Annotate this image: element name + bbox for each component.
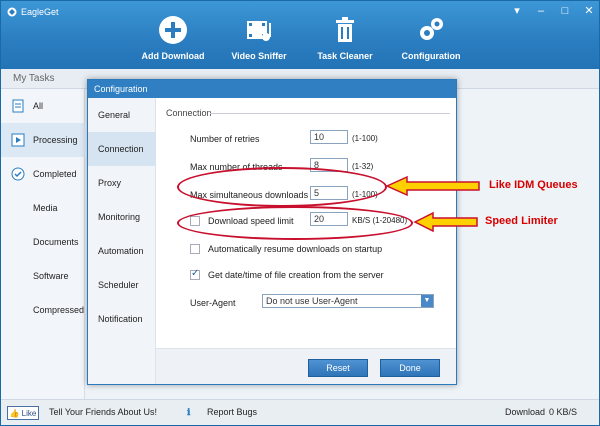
dialog-title: Configuration <box>88 80 456 98</box>
sidebar-item-label: Documents <box>33 237 79 247</box>
window-controls: ▾ – □ ✕ <box>511 5 595 17</box>
threads-range: (1-32) <box>352 162 374 171</box>
video-sniffer-label: Video Sniffer <box>231 51 287 61</box>
sidebar-item-label: Compressed <box>33 305 85 315</box>
sidebar-item-label: Processing <box>33 135 78 145</box>
film-note-icon <box>247 21 271 41</box>
chevron-down-icon: ▼ <box>421 295 433 307</box>
auto-resume-checkbox[interactable] <box>190 244 200 254</box>
sidebar-item-label: All <box>33 101 44 111</box>
retries-range: (1-100) <box>352 134 378 143</box>
plus-circle-icon <box>159 16 187 44</box>
sidebar-item-media[interactable]: Media <box>1 191 85 225</box>
document-icon <box>12 99 24 113</box>
nav-proxy[interactable]: Proxy <box>88 166 156 200</box>
queues-arrow-icon <box>385 175 480 197</box>
nav-general[interactable]: General <box>88 98 156 132</box>
retries-label: Number of retries <box>190 134 260 144</box>
retries-input[interactable]: 10 <box>310 130 348 144</box>
user-agent-label: User-Agent <box>190 298 236 308</box>
video-sniffer-button[interactable]: Video Sniffer <box>219 15 299 61</box>
status-bar: 👍 Like Tell Your Friends About Us! ℹ Rep… <box>1 399 599 425</box>
sidebar: All Processing Completed Media Documents… <box>1 89 85 399</box>
thumbs-up-icon: 👍 <box>9 408 20 418</box>
nav-automation[interactable]: Automation <box>88 234 156 268</box>
play-icon <box>11 133 25 147</box>
nav-connection[interactable]: Connection <box>88 132 156 166</box>
nav-notification[interactable]: Notification <box>88 302 156 336</box>
queues-annotation: Like IDM Queues <box>489 179 578 191</box>
gears-icon <box>420 18 443 40</box>
user-agent-value: Do not use User-Agent <box>266 296 358 306</box>
reset-button[interactable]: Reset <box>308 359 368 377</box>
sidebar-item-compressed[interactable]: Compressed <box>1 293 85 327</box>
eagleget-window: EagleGet ▾ – □ ✕ Add Download Video Snif… <box>0 0 600 426</box>
queues-highlight-ellipse <box>177 167 387 207</box>
sidebar-item-label: Software <box>33 271 69 281</box>
dialog-footer: Reset Done <box>156 348 456 384</box>
add-download-label: Add Download <box>141 51 205 61</box>
nav-scheduler[interactable]: Scheduler <box>88 268 156 302</box>
get-date-label: Get date/time of file creation from the … <box>208 270 384 280</box>
like-label: Like <box>21 408 37 418</box>
dialog-nav: General Connection Proxy Monitoring Auto… <box>88 98 156 384</box>
download-speed-value: 0 KB/S <box>549 407 578 417</box>
speed-highlight-ellipse <box>177 206 413 240</box>
add-download-button[interactable]: Add Download <box>133 15 213 61</box>
app-title: EagleGet <box>21 7 59 17</box>
eagleget-logo-icon <box>7 7 17 17</box>
task-cleaner-button[interactable]: Task Cleaner <box>305 15 385 61</box>
check-circle-icon <box>11 167 25 181</box>
sidebar-item-completed[interactable]: Completed <box>1 157 85 191</box>
download-speed-label: Download <box>505 407 546 417</box>
done-button[interactable]: Done <box>380 359 440 377</box>
tell-friends-link[interactable]: Tell Your Friends About Us! <box>49 407 157 417</box>
user-agent-select[interactable]: Do not use User-Agent ▼ <box>262 294 434 308</box>
section-heading: Connection <box>166 108 212 118</box>
info-icon: ℹ <box>187 407 191 417</box>
menu-dropdown-icon[interactable]: ▾ <box>511 5 523 17</box>
auto-resume-label: Automatically resume downloads on startu… <box>208 244 383 254</box>
sidebar-item-software[interactable]: Software <box>1 259 85 293</box>
sidebar-item-all[interactable]: All <box>1 89 85 123</box>
title-bar: EagleGet ▾ – □ ✕ Add Download Video Snif… <box>1 1 599 69</box>
get-date-checkbox[interactable] <box>190 268 200 280</box>
maximize-icon[interactable]: □ <box>559 5 571 17</box>
trash-icon <box>336 17 354 42</box>
sidebar-item-label: Media <box>33 203 58 213</box>
speed-annotation: Speed Limiter <box>485 215 558 227</box>
sidebar-item-processing[interactable]: Processing <box>1 123 85 157</box>
configuration-label: Configuration <box>401 51 461 61</box>
section-divider <box>210 113 450 114</box>
sidebar-item-label: Completed <box>33 169 77 179</box>
sidebar-item-documents[interactable]: Documents <box>1 225 85 259</box>
task-cleaner-label: Task Cleaner <box>317 51 373 61</box>
close-icon[interactable]: ✕ <box>583 5 595 17</box>
nav-monitoring[interactable]: Monitoring <box>88 200 156 234</box>
my-tasks-heading: My Tasks <box>13 73 55 84</box>
minimize-icon[interactable]: – <box>535 5 547 17</box>
report-bugs-link[interactable]: Report Bugs <box>207 407 257 417</box>
configuration-button[interactable]: Configuration <box>391 15 471 61</box>
like-button[interactable]: 👍 Like <box>7 406 39 420</box>
speed-arrow-icon <box>413 211 478 233</box>
